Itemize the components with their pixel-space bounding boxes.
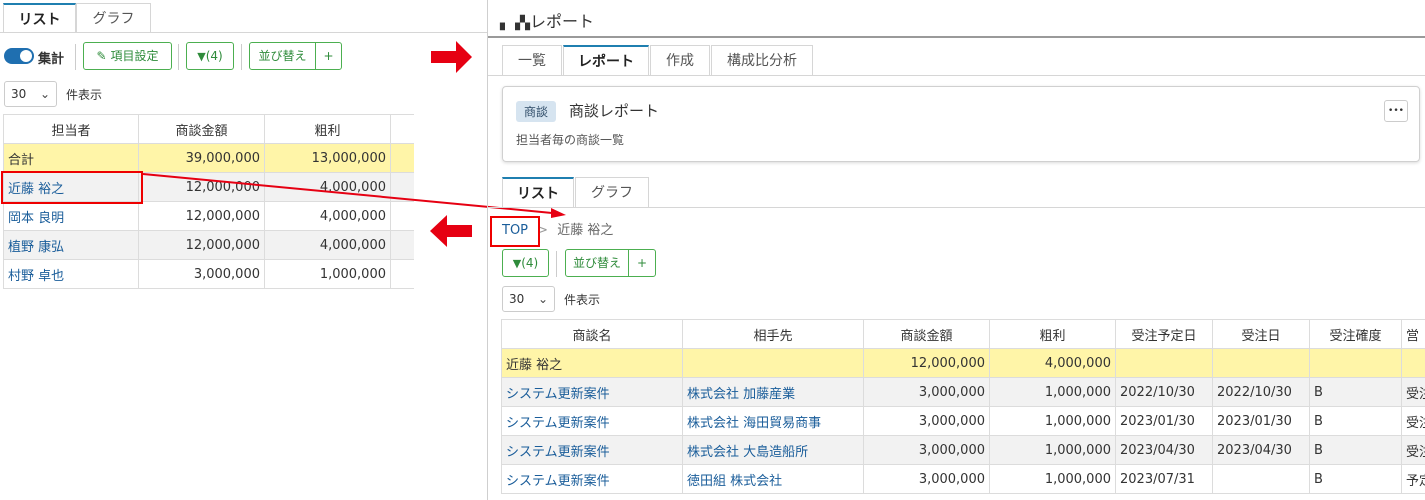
per-page-suffix: 件表示 bbox=[564, 293, 601, 307]
client-link[interactable]: 株式会社 加藤産業 bbox=[682, 377, 864, 407]
table-row: システム更新案件 株式会社 海田貿易商事 3,000,000 1,000,000… bbox=[501, 406, 1425, 436]
client-link[interactable]: 株式会社 大島造船所 bbox=[682, 435, 864, 465]
table-row: システム更新案件 株式会社 大島造船所 3,000,000 1,000,000 … bbox=[501, 435, 1425, 465]
deals-table: 商談名 相手先 商談金額 粗利 受注予定日 受注日 受注確度 営 近藤 裕之 1… bbox=[501, 319, 1425, 494]
report-description: 担当者毎の商談一覧 bbox=[516, 133, 625, 147]
column-header: 相手先 bbox=[682, 319, 864, 349]
filter-count: (4) bbox=[521, 256, 539, 270]
column-header: 受注予定日 bbox=[1115, 319, 1213, 349]
deal-link[interactable]: システム更新案件 bbox=[501, 464, 683, 494]
column-header: 受注日 bbox=[1212, 319, 1310, 349]
table-row: システム更新案件 徳田組 株式会社 3,000,000 1,000,000 20… bbox=[501, 464, 1425, 494]
arrow-left-icon bbox=[430, 215, 472, 247]
page-title: ▖▗▚レポート bbox=[500, 8, 594, 32]
tab-report[interactable]: レポート bbox=[563, 45, 649, 75]
client-link[interactable]: 徳田組 株式会社 bbox=[682, 464, 864, 494]
column-header: 粗利 bbox=[989, 319, 1116, 349]
sort-button[interactable]: 並び替え bbox=[565, 249, 629, 277]
total-amount: 12,000,000 bbox=[863, 348, 990, 378]
column-header: 商談金額 bbox=[863, 319, 990, 349]
bar-chart-icon: ▖▗▚ bbox=[500, 16, 530, 31]
more-icon: ••• bbox=[1388, 106, 1404, 116]
table-row: システム更新案件 株式会社 加藤産業 3,000,000 1,000,000 2… bbox=[501, 377, 1425, 407]
chevron-down-icon: ⌄ bbox=[537, 292, 548, 306]
page-title-text: レポート bbox=[530, 12, 595, 31]
column-header: 商談名 bbox=[501, 319, 683, 349]
filter-button[interactable]: ▼(4) bbox=[502, 249, 549, 277]
deal-link[interactable]: システム更新案件 bbox=[501, 377, 683, 407]
column-header: 受注確度 bbox=[1309, 319, 1402, 349]
tab-divider bbox=[488, 75, 1425, 76]
title-underline bbox=[488, 36, 1425, 38]
breadcrumb-current: 近藤 裕之 bbox=[557, 223, 614, 238]
report-card: 商談 商談レポート 担当者毎の商談一覧 ••• bbox=[502, 86, 1420, 162]
report-name: 商談レポート bbox=[569, 102, 660, 120]
connector-arrowhead-icon bbox=[551, 208, 566, 218]
tab-list[interactable]: 一覧 bbox=[502, 45, 562, 75]
per-page-select[interactable]: 30 ⌄ bbox=[502, 286, 555, 312]
sub-tab-graph[interactable]: グラフ bbox=[575, 177, 649, 207]
category-badge: 商談 bbox=[516, 101, 557, 122]
sub-tab-list[interactable]: リスト bbox=[502, 177, 574, 207]
tab-composition-analysis[interactable]: 構成比分析 bbox=[711, 45, 813, 75]
separator bbox=[556, 251, 557, 277]
more-options-button[interactable]: ••• bbox=[1384, 100, 1408, 122]
column-header: 営 bbox=[1401, 319, 1425, 349]
arrow-right-icon bbox=[431, 41, 472, 73]
deal-link[interactable]: システム更新案件 bbox=[501, 406, 683, 436]
tab-create[interactable]: 作成 bbox=[650, 45, 710, 75]
deal-link[interactable]: システム更新案件 bbox=[501, 435, 683, 465]
table-header-row: 商談名 相手先 商談金額 粗利 受注予定日 受注日 受注確度 営 bbox=[501, 319, 1425, 349]
sub-tab-divider bbox=[488, 207, 1425, 208]
client-link[interactable]: 株式会社 海田貿易商事 bbox=[682, 406, 864, 436]
total-label: 近藤 裕之 bbox=[501, 348, 683, 378]
total-row: 近藤 裕之 12,000,000 4,000,000 bbox=[501, 348, 1425, 378]
add-sort-button[interactable]: + bbox=[628, 249, 656, 277]
highlight-box bbox=[490, 216, 540, 247]
total-profit: 4,000,000 bbox=[989, 348, 1116, 378]
per-page-value: 30 bbox=[509, 292, 525, 306]
filter-icon: ▼ bbox=[512, 257, 522, 270]
